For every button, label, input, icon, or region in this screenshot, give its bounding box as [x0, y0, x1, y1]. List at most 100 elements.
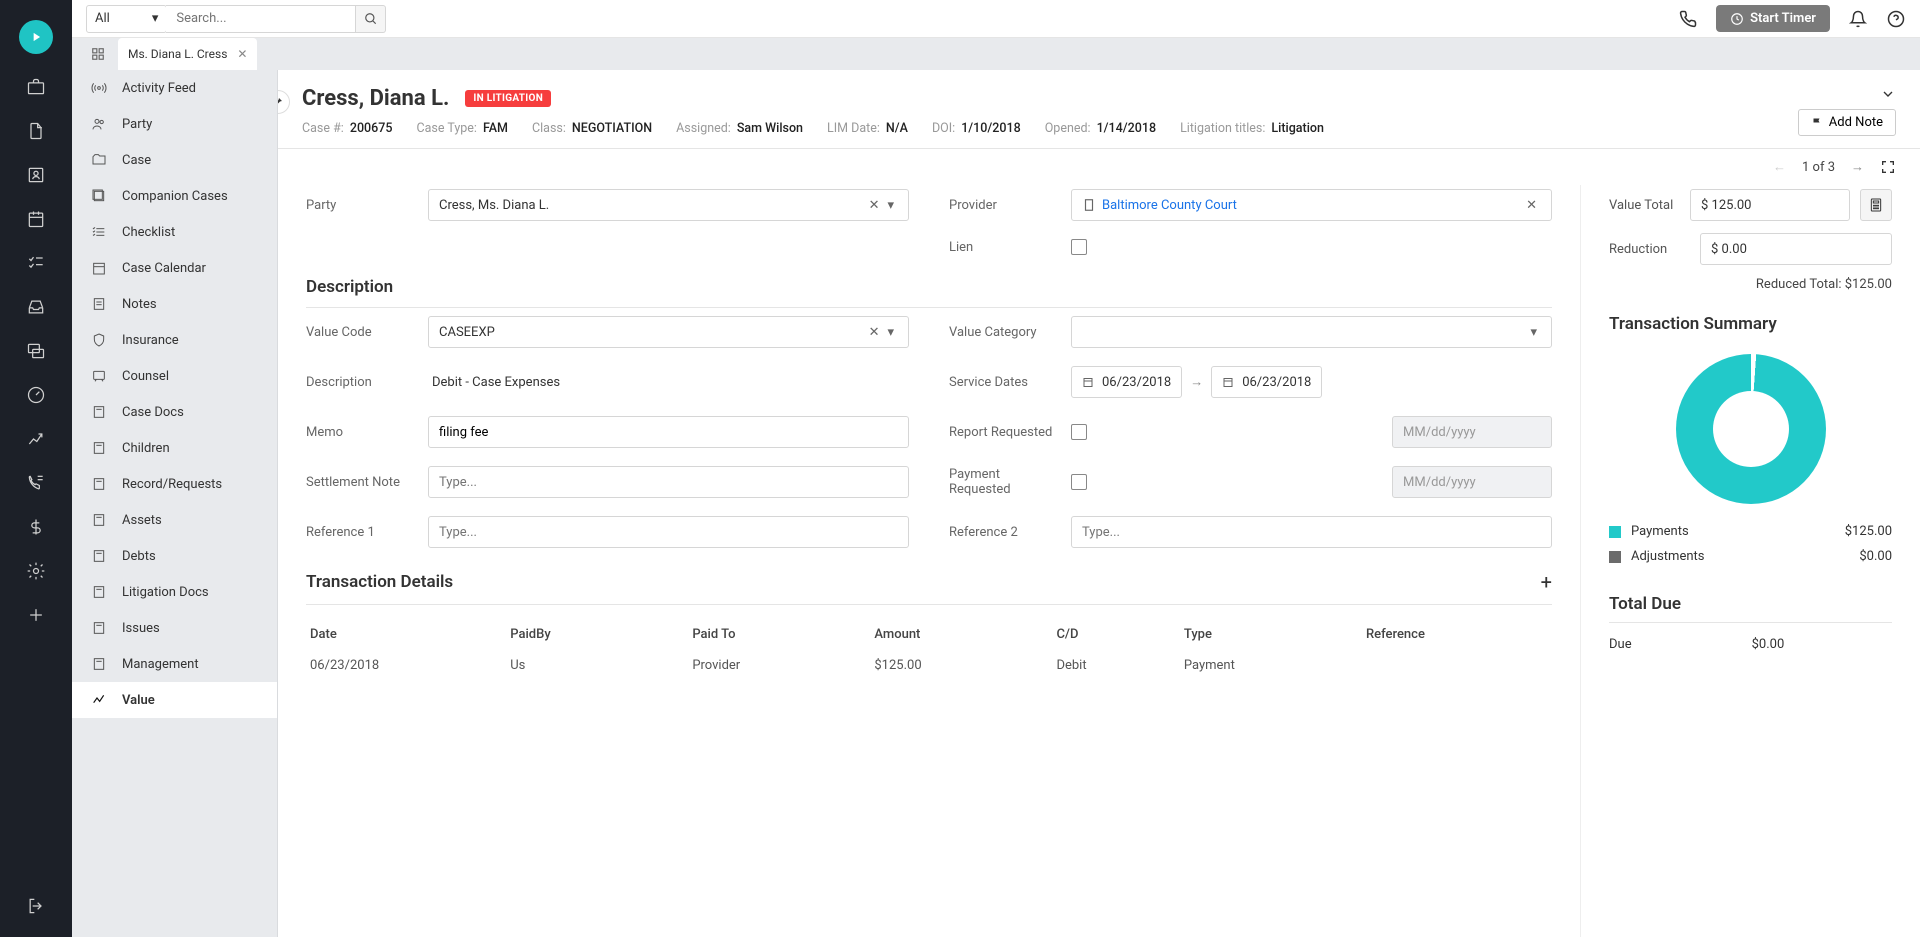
- file-icon[interactable]: [25, 120, 47, 142]
- meta-label: Class:: [532, 121, 566, 136]
- calendar-icon[interactable]: [25, 208, 47, 230]
- logout-icon[interactable]: [25, 895, 47, 917]
- sidenav-item-party[interactable]: Party: [72, 106, 277, 142]
- search-button[interactable]: [356, 5, 386, 33]
- sidenav-label: Case Calendar: [122, 261, 206, 276]
- pager-text: 1 of 3: [1802, 160, 1835, 175]
- phone-list-icon[interactable]: [25, 472, 47, 494]
- sidenav-item-debts[interactable]: Debts: [72, 538, 277, 574]
- meta-item: Litigation titles:Litigation: [1180, 121, 1324, 136]
- plus-icon[interactable]: [25, 604, 47, 626]
- payment-date-input[interactable]: MM/dd/yyyy: [1392, 466, 1552, 498]
- memo-input[interactable]: [428, 416, 909, 448]
- sidenav-item-counsel[interactable]: Counsel: [72, 358, 277, 394]
- memo-field[interactable]: [439, 425, 898, 440]
- clear-icon[interactable]: ✕: [1522, 198, 1541, 213]
- provider-value: Baltimore County Court: [1102, 198, 1522, 213]
- settlement-note-label: Settlement Note: [306, 475, 416, 490]
- sidenav-item-insurance[interactable]: Insurance: [72, 322, 277, 358]
- sidenav-item-checklist[interactable]: Checklist: [72, 214, 277, 250]
- phone-icon[interactable]: [1678, 9, 1698, 29]
- settlement-note-input[interactable]: [428, 466, 909, 498]
- table-col: PaidBy: [510, 627, 692, 642]
- inbox-icon[interactable]: [25, 296, 47, 318]
- chevron-down-icon[interactable]: [1880, 86, 1896, 102]
- value-category-select[interactable]: ▾: [1071, 316, 1552, 348]
- collapse-handle[interactable]: [278, 90, 290, 114]
- close-icon[interactable]: ✕: [237, 47, 247, 61]
- reference2-input[interactable]: [1071, 516, 1552, 548]
- add-note-button[interactable]: Add Note: [1798, 109, 1896, 136]
- sidenav-label: Management: [122, 657, 199, 672]
- sidenav-item-notes[interactable]: Notes: [72, 286, 277, 322]
- gauge-icon[interactable]: [25, 384, 47, 406]
- meta-label: Litigation titles:: [1180, 121, 1265, 136]
- sidenav-item-companion-cases[interactable]: Companion Cases: [72, 178, 277, 214]
- chat-icon[interactable]: [25, 340, 47, 362]
- chevron-down-icon[interactable]: ▾: [883, 198, 898, 213]
- legend-amount: $0.00: [1859, 549, 1892, 564]
- sidenav-item-assets[interactable]: Assets: [72, 502, 277, 538]
- report-requested-checkbox[interactable]: [1071, 424, 1087, 440]
- pager-prev[interactable]: ←: [1773, 159, 1786, 175]
- party-select[interactable]: Cress, Ms. Diana L. ✕ ▾: [428, 189, 909, 221]
- table-row[interactable]: 06/23/2018UsProvider$125.00DebitPayment: [306, 650, 1552, 681]
- report-date-input[interactable]: MM/dd/yyyy: [1392, 416, 1552, 448]
- pager-next[interactable]: →: [1851, 159, 1864, 175]
- table-col: Type: [1184, 627, 1366, 642]
- memo-label: Memo: [306, 425, 416, 440]
- meta-value: Sam Wilson: [737, 121, 803, 136]
- chevron-down-icon[interactable]: ▾: [883, 325, 898, 340]
- add-transaction-button[interactable]: +: [1541, 570, 1552, 594]
- transaction-details-title: Transaction Details +: [306, 570, 1552, 605]
- expand-icon[interactable]: [1880, 159, 1896, 175]
- chevron-down-icon[interactable]: ▾: [1526, 325, 1541, 340]
- party-value: Cress, Ms. Diana L.: [439, 198, 865, 213]
- sidenav-item-litigation-docs[interactable]: Litigation Docs: [72, 574, 277, 610]
- legend-swatch: [1609, 551, 1621, 563]
- filter-dropdown[interactable]: All ▾: [86, 5, 167, 33]
- clear-icon[interactable]: ✕: [865, 325, 884, 340]
- sidenav-item-issues[interactable]: Issues: [72, 610, 277, 646]
- sidenav-label: Insurance: [122, 333, 179, 348]
- legend-label: Adjustments: [1631, 549, 1705, 564]
- calculator-button[interactable]: [1860, 189, 1892, 221]
- contacts-icon[interactable]: [25, 164, 47, 186]
- provider-select[interactable]: Baltimore County Court ✕: [1071, 189, 1552, 221]
- clear-icon[interactable]: ✕: [865, 198, 884, 213]
- bell-icon[interactable]: [1848, 9, 1868, 29]
- value-total-input[interactable]: $ 125.00: [1690, 189, 1850, 221]
- value-code-select[interactable]: CASEEXP ✕ ▾: [428, 316, 909, 348]
- lien-checkbox[interactable]: [1071, 239, 1087, 255]
- settlement-field[interactable]: [439, 475, 898, 490]
- reference2-field[interactable]: [1082, 525, 1541, 540]
- service-date-to[interactable]: 06/23/2018: [1211, 366, 1322, 398]
- sidenav-item-value[interactable]: Value: [72, 682, 277, 718]
- reference1-input[interactable]: [428, 516, 909, 548]
- sidenav-item-record-requests[interactable]: Record/Requests: [72, 466, 277, 502]
- sidenav-item-case-calendar[interactable]: Case Calendar: [72, 250, 277, 286]
- sidenav-item-activity-feed[interactable]: Activity Feed: [72, 70, 277, 106]
- help-icon[interactable]: [1886, 9, 1906, 29]
- checklist-icon[interactable]: [25, 252, 47, 274]
- sidenav-item-case-docs[interactable]: Case Docs: [72, 394, 277, 430]
- tab-grid-button[interactable]: [84, 38, 112, 70]
- reduction-input[interactable]: $ 0.00: [1700, 233, 1892, 265]
- start-timer-button[interactable]: Start Timer: [1716, 5, 1830, 32]
- app-logo[interactable]: [19, 20, 53, 54]
- chart-icon[interactable]: [25, 428, 47, 450]
- briefcase-icon[interactable]: [25, 76, 47, 98]
- sidenav-item-management[interactable]: Management: [72, 646, 277, 682]
- sidenav-item-children[interactable]: Children: [72, 430, 277, 466]
- payment-requested-checkbox[interactable]: [1071, 474, 1087, 490]
- search-input[interactable]: [166, 5, 356, 33]
- service-date-from[interactable]: 06/23/2018: [1071, 366, 1182, 398]
- value-code-label: Value Code: [306, 325, 416, 340]
- dollar-icon[interactable]: [25, 516, 47, 538]
- gear-icon[interactable]: [25, 560, 47, 582]
- sidenav-icon: [90, 692, 108, 708]
- sidenav-item-case[interactable]: Case: [72, 142, 277, 178]
- header-meta: Case #:200675Case Type:FAMClass:NEGOTIAT…: [302, 121, 1896, 136]
- reference1-field[interactable]: [439, 525, 898, 540]
- tab-case[interactable]: Ms. Diana L. Cress ✕: [118, 38, 257, 70]
